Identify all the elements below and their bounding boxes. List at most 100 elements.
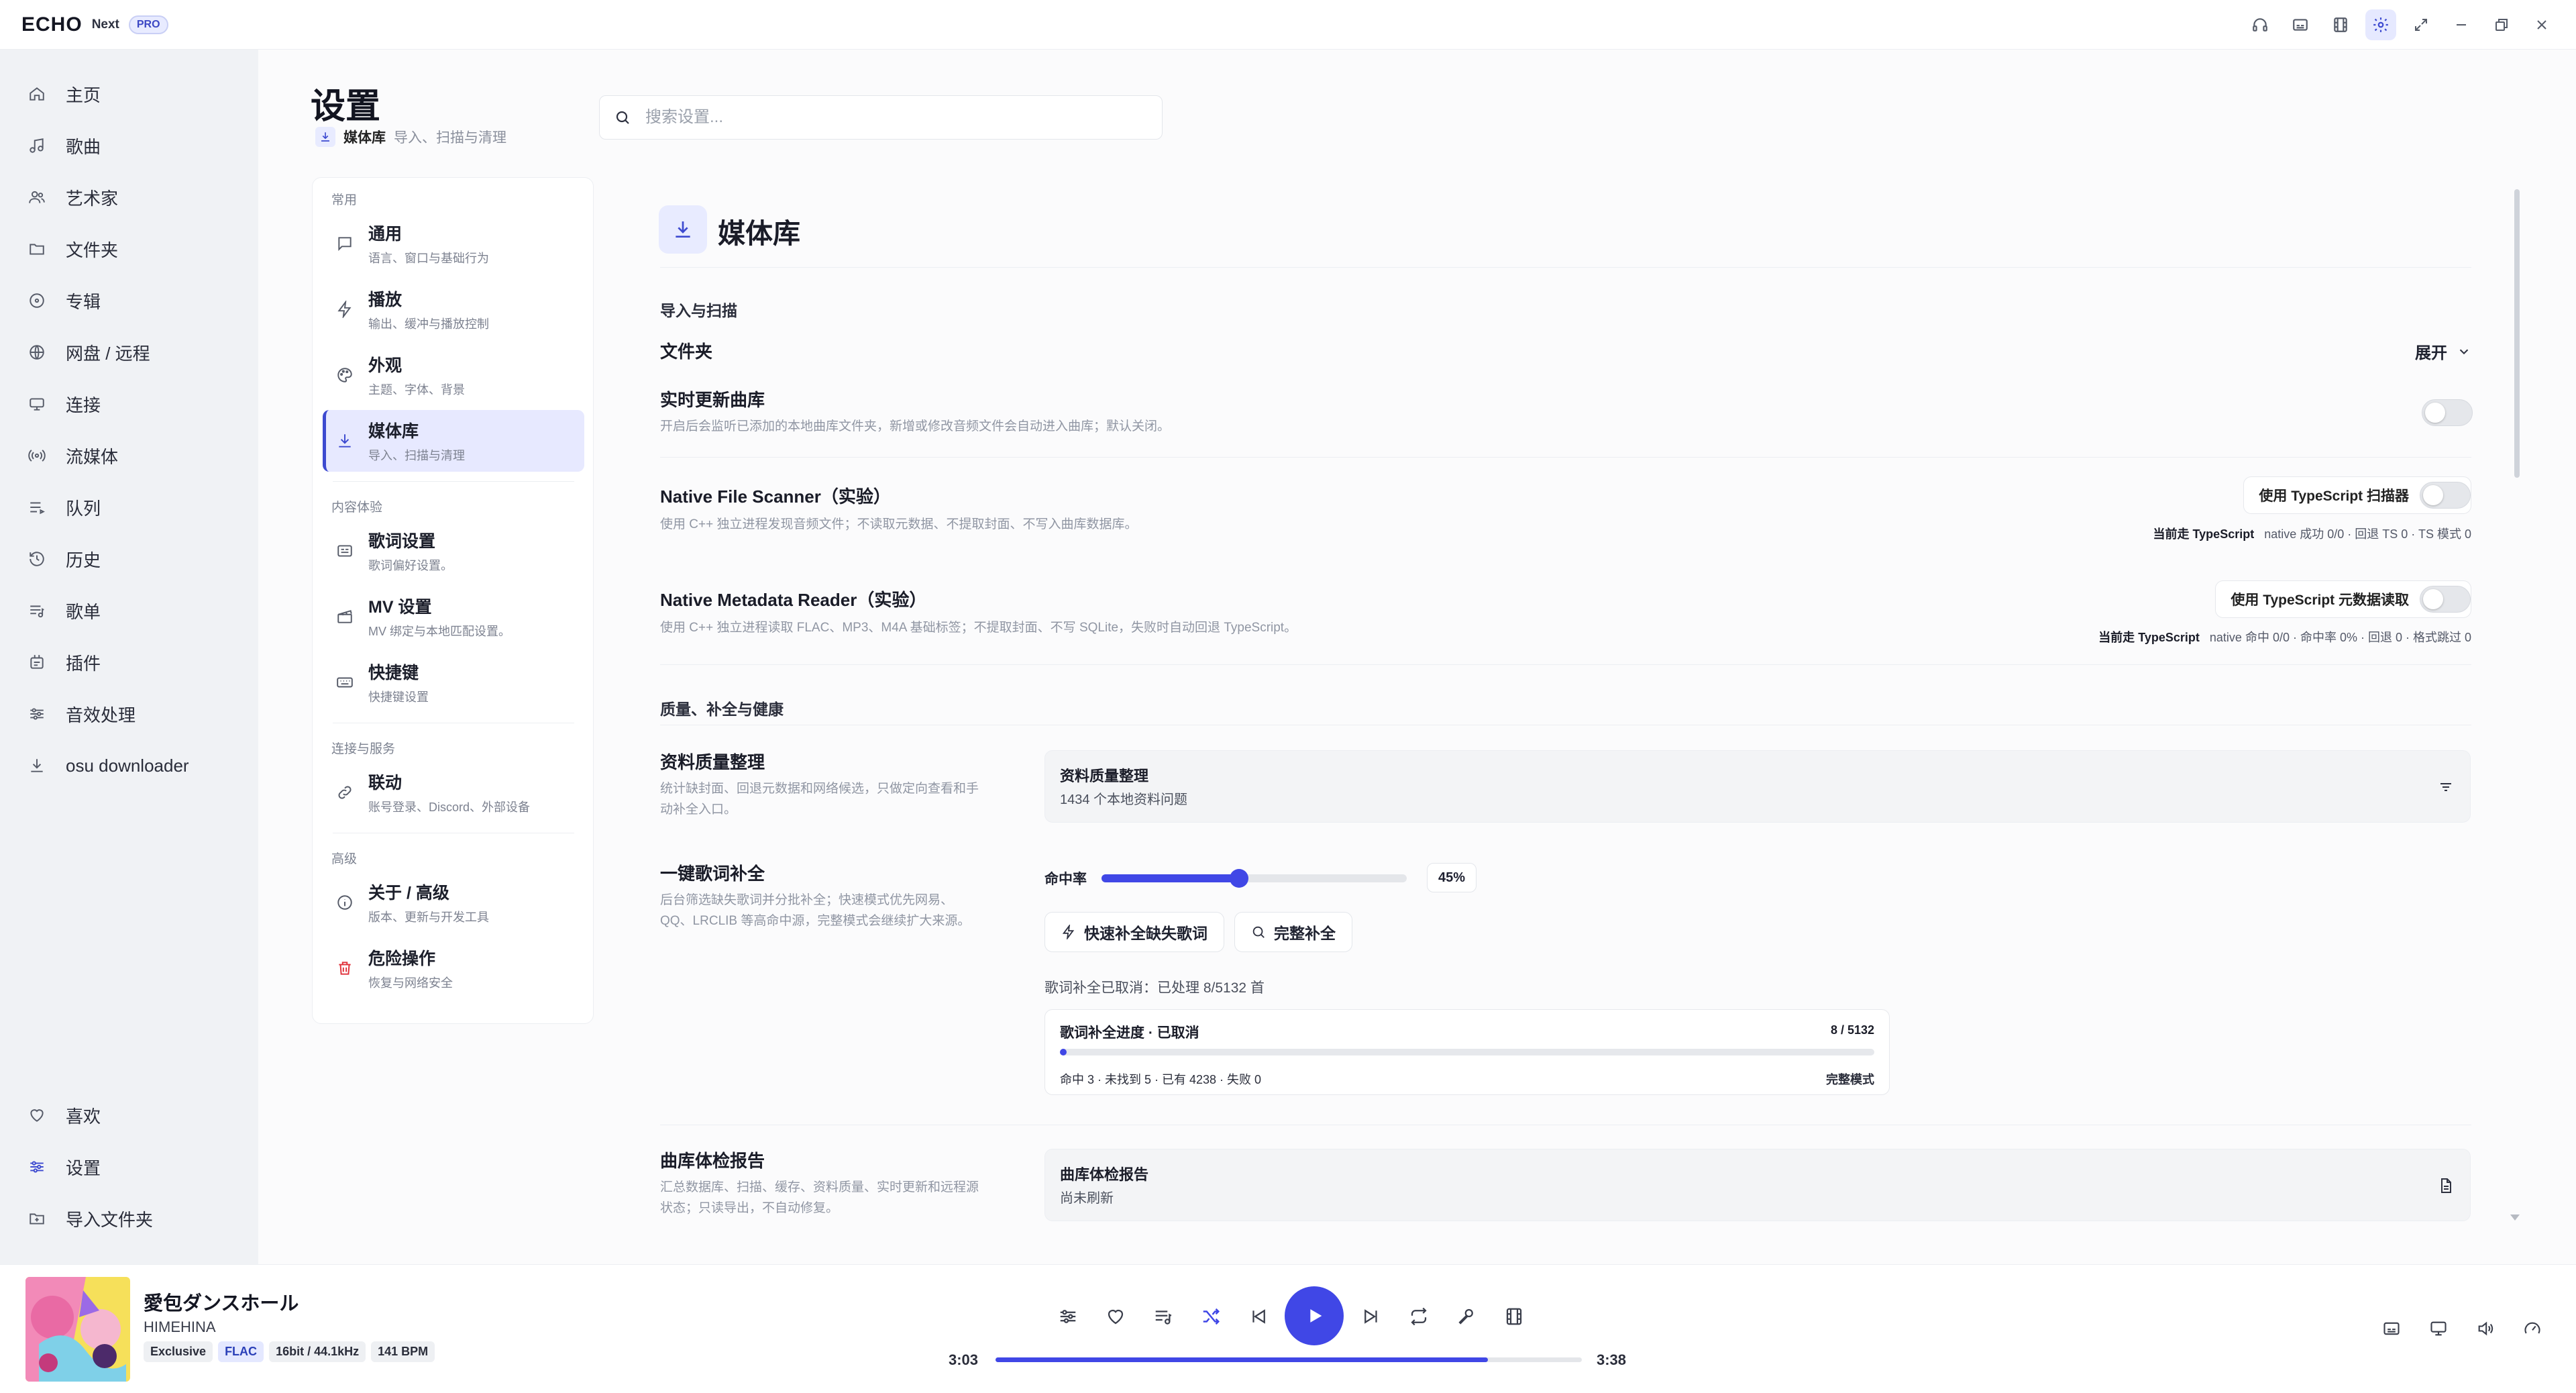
previous-button[interactable] (1242, 1300, 1275, 1333)
seek-fill (996, 1357, 1489, 1362)
sidebar-item-label: 主页 (66, 85, 101, 105)
breadcrumb-title: 媒体库 (343, 130, 386, 146)
category-title: 媒体库 (368, 422, 419, 441)
typescript-metadata-switch[interactable]: 使用 TypeScript 元数据读取 (2215, 580, 2471, 618)
scanner-toggle[interactable] (2420, 482, 2471, 509)
category-lyrics[interactable]: 歌词设置 歌词偏好设置。 (323, 520, 584, 582)
sidebar-item-remote[interactable]: 网盘 / 远程 (20, 335, 248, 370)
volume-button[interactable] (2469, 1312, 2502, 1345)
category-general[interactable]: 通用 语言、窗口与基础行为 (323, 213, 584, 274)
restore-icon[interactable] (2486, 9, 2517, 40)
category-integration[interactable]: 联动 账号登录、Discord、外部设备 (323, 762, 584, 823)
close-icon[interactable] (2526, 9, 2557, 40)
album-cover[interactable] (25, 1277, 130, 1382)
scrollbar-thumb[interactable] (2514, 189, 2520, 478)
sidebar-item-label: 队列 (66, 498, 101, 519)
output-device-button[interactable] (2422, 1312, 2455, 1345)
switch-label: 使用 TypeScript 扫描器 (2259, 488, 2409, 504)
setting-title: 资料质量整理 (660, 752, 765, 772)
realtime-update-toggle[interactable] (2422, 399, 2473, 426)
seek-bar[interactable] (996, 1357, 1582, 1362)
category-about[interactable]: 关于 / 高级 版本、更新与开发工具 (323, 872, 584, 933)
category-desc: 快捷键设置 (368, 690, 429, 704)
category-playback[interactable]: 播放 输出、缓冲与播放控制 (323, 278, 584, 340)
bolt-icon (337, 301, 352, 318)
sidebar-item-settings[interactable]: 设置 (20, 1149, 248, 1184)
mv-button[interactable] (1497, 1300, 1531, 1333)
sidebar-item-label: 喜欢 (66, 1106, 101, 1127)
sidebar-item-import-folder[interactable]: 导入文件夹 (20, 1201, 248, 1236)
category-danger[interactable]: 危险操作 恢复与网络安全 (323, 937, 584, 999)
sidebar-item-home[interactable]: 主页 (20, 76, 248, 111)
filter-icon[interactable] (2438, 779, 2454, 795)
sidebar-item-label: 插件 (66, 653, 101, 674)
subtitles-icon[interactable] (2285, 9, 2316, 40)
equalizer-button[interactable] (1051, 1300, 1085, 1333)
equalizer-icon (30, 708, 44, 720)
search-input[interactable] (645, 108, 1142, 127)
scroll-down-icon[interactable] (2510, 1215, 2520, 1221)
sidebar-item-playlists[interactable]: 歌单 (20, 593, 248, 628)
sidebar-item-songs[interactable]: 歌曲 (20, 128, 248, 163)
player-bar: 愛包ダンスホール HIMEHINA Exclusive FLAC 16bit / 4… (0, 1264, 2576, 1393)
folder-icon (30, 244, 44, 255)
button-label: 快速补全缺失歌词 (1084, 925, 1208, 942)
shuffle-button[interactable] (1194, 1300, 1228, 1333)
playlist-icon (30, 605, 44, 618)
like-button[interactable] (1099, 1300, 1132, 1333)
status-label: 当前走 TypeScript (2098, 631, 2200, 644)
card-subtitle: 1434 个本地资料问题 (1060, 792, 1188, 807)
subtitle-button[interactable] (2375, 1312, 2408, 1345)
play-button[interactable] (1285, 1286, 1344, 1345)
full-fill-button[interactable]: 完整补全 (1234, 912, 1352, 952)
slider-handle[interactable] (1229, 869, 1248, 888)
progress-title: 歌词补全进度 · 已取消 (1060, 1025, 1199, 1041)
queue-icon (30, 502, 45, 515)
sidebar-item-label: 网盘 / 远程 (66, 343, 150, 364)
search-icon (1252, 926, 1265, 938)
quality-card[interactable]: 资料质量整理 1434 个本地资料问题 (1044, 750, 2471, 823)
sidebar-item-queue[interactable]: 队列 (20, 490, 248, 525)
tag-bitdepth: 16bit / 44.1kHz (269, 1341, 366, 1362)
category-desc: MV 绑定与本地匹配设置。 (368, 625, 511, 638)
sidebar-item-history[interactable]: 历史 (20, 541, 248, 576)
settings-search[interactable] (599, 95, 1163, 140)
headphones-icon[interactable] (2245, 9, 2275, 40)
category-mv[interactable]: MV 设置 MV 绑定与本地匹配设置。 (323, 586, 584, 648)
film-icon[interactable] (2325, 9, 2356, 40)
app-edition: Next (91, 17, 119, 32)
document-icon[interactable] (2438, 1178, 2454, 1194)
sidebar-item-albums[interactable]: 专辑 (20, 283, 248, 318)
minimize-icon[interactable] (2446, 9, 2477, 40)
next-button[interactable] (1354, 1300, 1388, 1333)
gear-icon[interactable] (2365, 9, 2396, 40)
speed-button[interactable] (2516, 1312, 2549, 1345)
lyrics-button[interactable] (1450, 1300, 1483, 1333)
sidebar-item-osu-downloader[interactable]: osu downloader (20, 748, 248, 783)
playlist-button[interactable] (1146, 1300, 1180, 1333)
metadata-toggle[interactable] (2420, 586, 2471, 613)
category-shortcuts[interactable]: 快捷键 快捷键设置 (323, 652, 584, 713)
quick-fill-button[interactable]: 快速补全缺失歌词 (1044, 912, 1224, 952)
card-subtitle: 尚未刷新 (1060, 1191, 1114, 1206)
expand-icon[interactable] (2406, 9, 2436, 40)
folder-expand-button[interactable]: 展开 (2415, 340, 2471, 363)
track-title[interactable]: 愛包ダンスホール (144, 1288, 299, 1316)
setting-desc: 状态；只读导出，不自动修复。 (660, 1201, 839, 1215)
category-appearance[interactable]: 外观 主题、字体、背景 (323, 344, 584, 406)
repeat-button[interactable] (1402, 1300, 1436, 1333)
sidebar-item-connect[interactable]: 连接 (20, 386, 248, 421)
sidebar-item-sound-effects[interactable]: 音效处理 (20, 696, 248, 731)
sidebar-item-artists[interactable]: 艺术家 (20, 180, 248, 215)
sidebar-item-plugins[interactable]: 插件 (20, 645, 248, 680)
health-report-card[interactable]: 曲库体检报告 尚未刷新 (1044, 1149, 2471, 1221)
category-media-library[interactable]: 媒体库 导入、扫描与清理 (323, 410, 584, 472)
tag-exclusive: Exclusive (144, 1341, 213, 1362)
sidebar-item-folders[interactable]: 文件夹 (20, 231, 248, 266)
button-label: 完整补全 (1274, 925, 1336, 942)
typescript-scanner-switch[interactable]: 使用 TypeScript 扫描器 (2243, 476, 2471, 514)
sidebar-item-streaming[interactable]: 流媒体 (20, 438, 248, 473)
track-artist[interactable]: HIMEHINA (144, 1319, 216, 1336)
hit-rate-slider[interactable] (1102, 869, 1407, 888)
sidebar-item-favorites[interactable]: 喜欢 (20, 1098, 248, 1133)
